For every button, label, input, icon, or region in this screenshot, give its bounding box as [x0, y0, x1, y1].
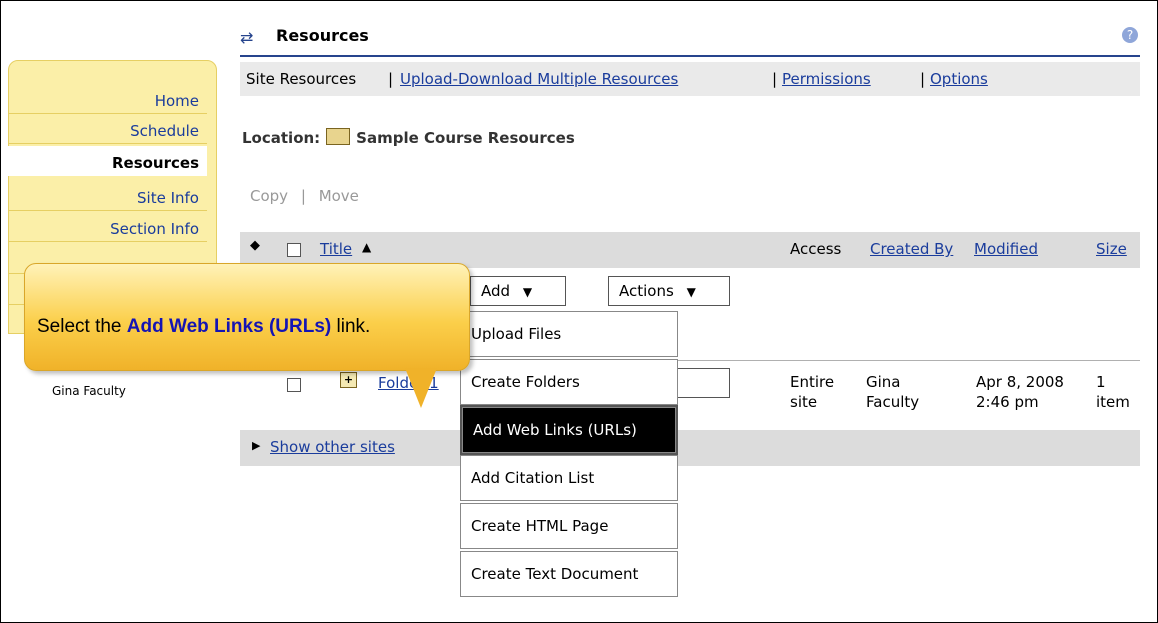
created-by-column-header[interactable]: Created By: [870, 240, 953, 258]
modified-line-1: Apr 8, 2008: [976, 373, 1064, 391]
expand-triangle-icon[interactable]: ▶: [252, 439, 260, 452]
size-line-1: 1: [1096, 373, 1106, 391]
reset-arrows-icon[interactable]: ⇄: [240, 28, 253, 47]
nav-permissions-link[interactable]: Permissions: [782, 62, 871, 96]
add-dropdown-menu: Upload Files Create Folders Add Web Link…: [460, 311, 678, 597]
access-line-2: site: [790, 393, 818, 411]
created-line-2: Faculty: [866, 393, 920, 411]
menu-item-add-web-links[interactable]: Add Web Links (URLs): [460, 405, 678, 455]
row-checkbox[interactable]: [287, 378, 301, 392]
chevron-down-icon: ▼: [686, 285, 696, 299]
sidebar-item-home[interactable]: Home: [8, 84, 207, 114]
nav-upload-download-link[interactable]: Upload-Download Multiple Resources: [400, 62, 678, 96]
add-button-label: Add: [481, 282, 511, 300]
nav-separator: |: [920, 70, 926, 88]
nav-separator: |: [772, 70, 778, 88]
modified-column-header[interactable]: Modified: [974, 240, 1038, 258]
sort-ascending-icon[interactable]: ▲: [362, 240, 371, 254]
location-folder-name: Sample Course Resources: [356, 129, 575, 147]
modified-line-2: 2:46 pm: [976, 393, 1039, 411]
sidebar-item-section-info[interactable]: Section Info: [8, 212, 207, 242]
menu-item-upload-files[interactable]: Upload Files: [460, 311, 678, 357]
created-line-1: Gina: [866, 373, 901, 391]
access-column-header: Access: [790, 240, 842, 258]
row-modified: Apr 8, 2008 2:46 pm: [976, 372, 1064, 412]
size-line-2: item: [1096, 393, 1130, 411]
copy-action[interactable]: Copy: [250, 187, 288, 205]
nav-site-resources: Site Resources: [246, 70, 357, 88]
copy-move-actions: Copy | Move: [250, 187, 359, 205]
nav-separator: |: [388, 70, 394, 88]
row-size: 1 item: [1096, 372, 1130, 412]
sort-toggle-icon[interactable]: ◆: [250, 238, 260, 253]
sidebar-item-site-info[interactable]: Site Info: [8, 181, 207, 211]
nav-options-link[interactable]: Options: [930, 62, 988, 96]
menu-item-add-citation-list[interactable]: Add Citation List: [460, 455, 678, 501]
callout-pointer: [405, 368, 437, 408]
menu-item-create-html-page[interactable]: Create HTML Page: [460, 503, 678, 549]
access-line-1: Entire: [790, 373, 835, 391]
copy-move-separator: |: [300, 187, 306, 205]
location-breadcrumb: Location: Sample Course Resources: [242, 128, 575, 147]
callout-target: Add Web Links (URLs): [126, 316, 332, 337]
callout-prefix: Select the: [37, 316, 122, 337]
tool-title: Resources: [276, 26, 369, 45]
instruction-callout: Select the Add Web Links (URLs) link.: [24, 263, 470, 371]
sidebar-item-schedule[interactable]: Schedule: [8, 114, 207, 144]
row-created-by: Gina Faculty: [866, 372, 919, 412]
callout-text: Select the Add Web Links (URLs) link.: [37, 316, 370, 338]
move-action[interactable]: Move: [319, 187, 359, 205]
add-menu-button[interactable]: Add ▼: [470, 276, 566, 306]
folder-icon: [326, 128, 351, 145]
show-other-sites-link[interactable]: Show other sites: [270, 438, 395, 456]
show-other-sites-bar: ▶ Show other sites: [240, 430, 1140, 466]
actions-button-label: Actions: [619, 282, 674, 300]
help-icon[interactable]: ?: [1122, 27, 1138, 43]
tool-nav-bar: Site Resources | Upload-Download Multipl…: [240, 62, 1140, 96]
expand-folder-icon[interactable]: +: [340, 372, 357, 388]
menu-item-create-text-document[interactable]: Create Text Document: [460, 551, 678, 597]
sidebar-item-resources[interactable]: Resources: [8, 146, 207, 176]
chevron-down-icon: ▼: [522, 285, 533, 299]
title-column-header[interactable]: Title: [320, 240, 352, 258]
size-column-header[interactable]: Size: [1096, 240, 1127, 258]
actions-menu-button[interactable]: Actions ▼: [608, 276, 730, 306]
menu-item-create-folders[interactable]: Create Folders: [460, 359, 678, 405]
site-owner: Gina Faculty: [52, 384, 126, 398]
tool-header: ⇄ Resources ?: [240, 24, 1140, 57]
callout-suffix: link.: [336, 316, 371, 337]
select-all-checkbox[interactable]: [287, 243, 301, 257]
row-access: Entire site: [790, 372, 834, 412]
location-label: Location:: [242, 129, 321, 147]
